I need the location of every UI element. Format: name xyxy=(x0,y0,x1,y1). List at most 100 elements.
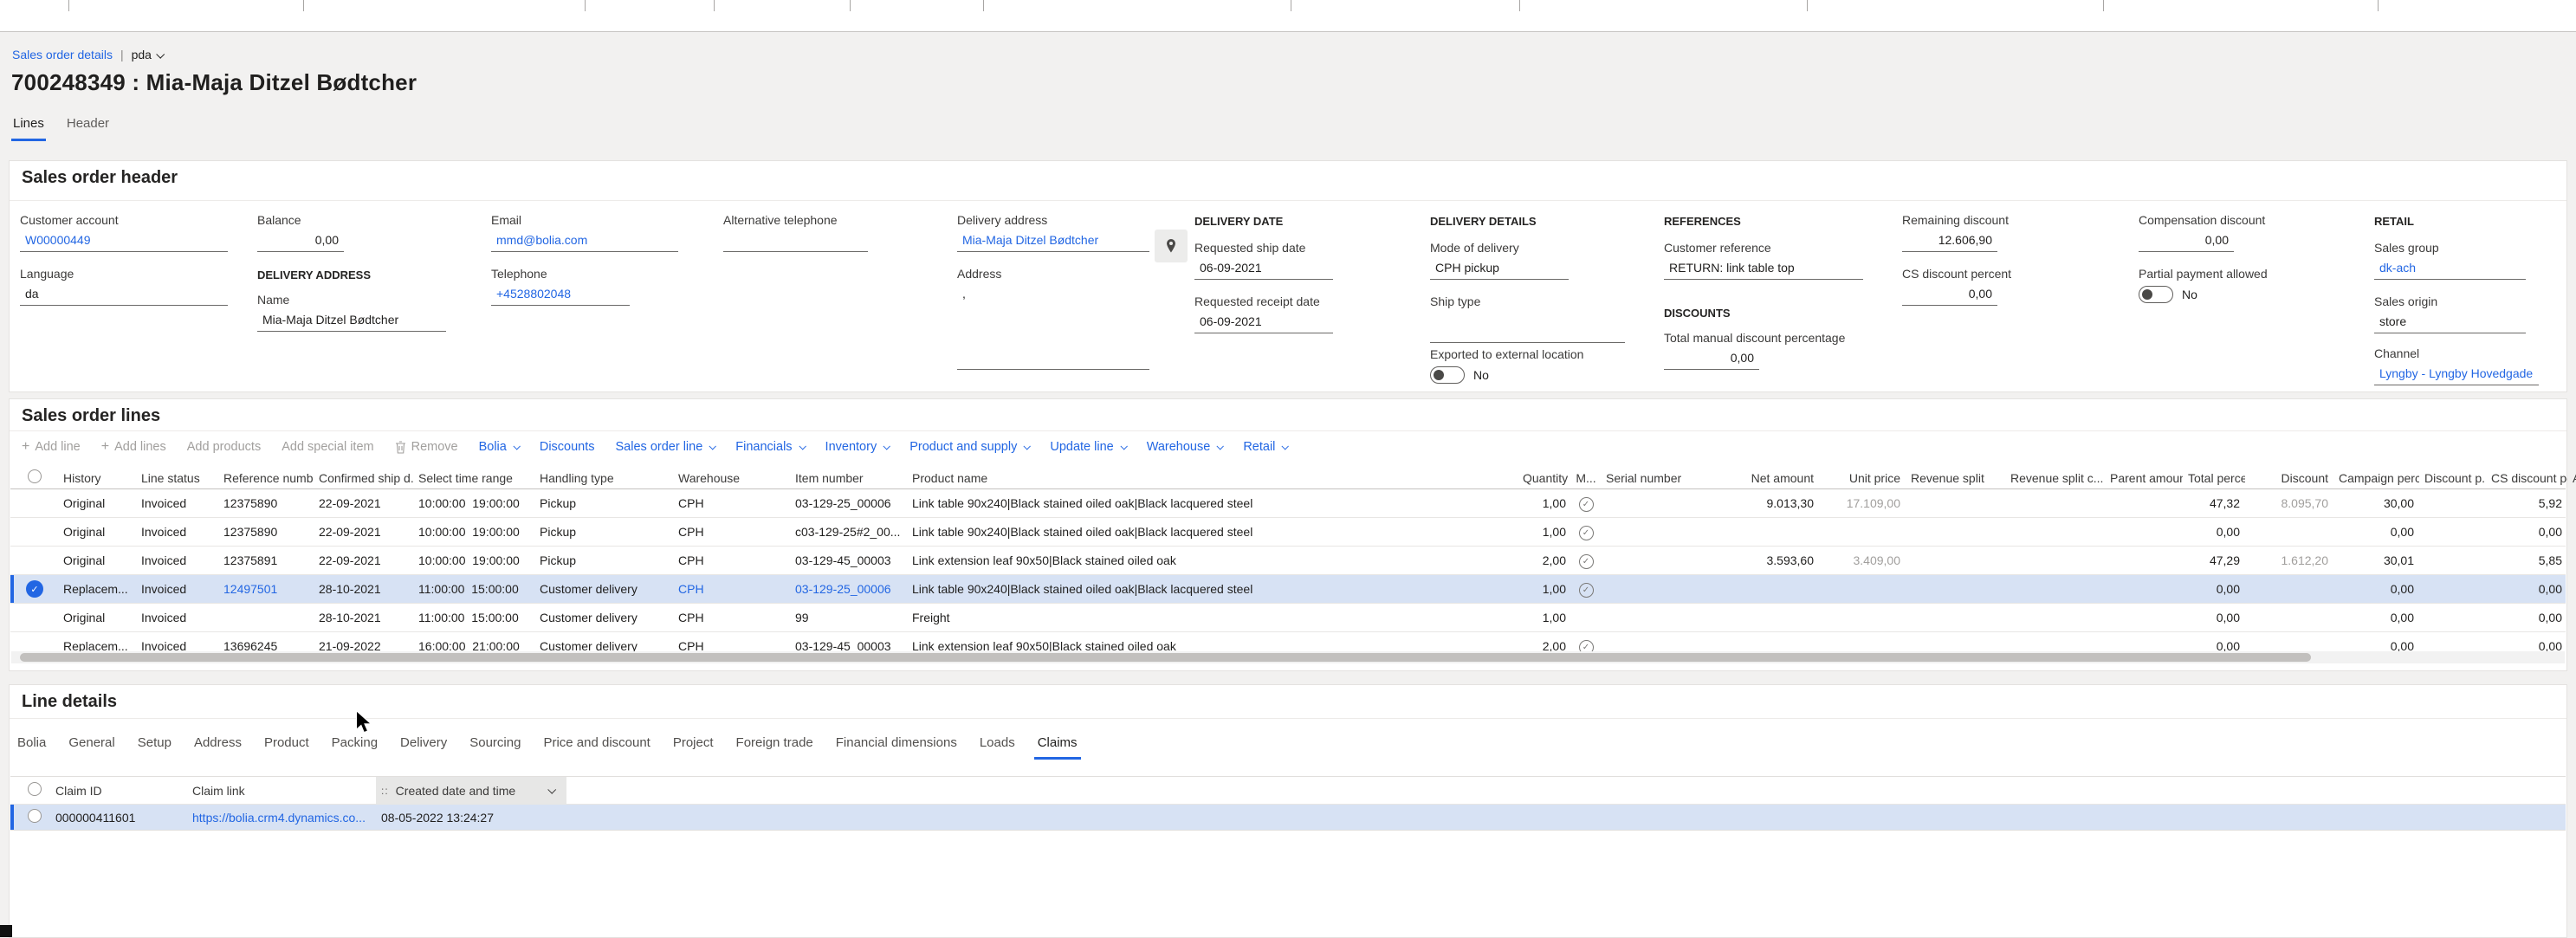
language-value[interactable]: da xyxy=(20,285,228,306)
column-unit-price[interactable]: Unit price xyxy=(1819,471,1906,485)
select-all-radio[interactable] xyxy=(28,469,42,483)
column-revenue-split[interactable]: Revenue split xyxy=(1906,471,2005,485)
tab-delivery[interactable]: Delivery xyxy=(397,730,450,760)
column-total-percent[interactable]: Total percent xyxy=(2183,471,2245,485)
group-references: REFERENCES xyxy=(1664,215,1741,228)
column-warehouse[interactable]: Warehouse xyxy=(673,471,790,485)
column-item-number[interactable]: Item number xyxy=(790,471,907,485)
cell-item-number: 03-129-45_00003 xyxy=(790,553,907,567)
column-net-amount[interactable]: Net amount xyxy=(1739,471,1819,485)
customer-account-value[interactable]: W00000449 xyxy=(20,231,228,252)
discounts-button[interactable]: Discounts xyxy=(540,440,595,454)
exported-toggle[interactable] xyxy=(1430,366,1465,384)
claims-row-selected[interactable]: 000000411601 https://bolia.crm4.dynamics… xyxy=(10,805,2566,831)
inventory-menu[interactable]: Inventory xyxy=(825,440,890,454)
selected-check-icon[interactable]: ✓ xyxy=(26,580,43,598)
tab-bolia[interactable]: Bolia xyxy=(14,730,49,760)
column-confirmed-ship-date[interactable]: Confirmed ship d... xyxy=(314,471,413,485)
column-cs-discount[interactable]: CS discount pe... xyxy=(2486,471,2567,485)
column-a[interactable]: A xyxy=(2567,471,2576,485)
telephone-value[interactable]: +4528802048 xyxy=(491,285,630,306)
sales-order-line-menu[interactable]: Sales order line xyxy=(616,440,715,454)
warehouse-menu[interactable]: Warehouse xyxy=(1147,440,1223,454)
mode-of-delivery-value[interactable]: CPH pickup xyxy=(1430,259,1569,280)
delivery-address-value[interactable]: Mia-Maja Ditzel Bødtcher xyxy=(957,231,1149,252)
plus-icon: + xyxy=(22,440,29,454)
table-row[interactable]: Original Invoiced 12375890 22-09-2021 10… xyxy=(10,489,2566,518)
ship-type-value[interactable] xyxy=(1430,322,1625,343)
map-pin-button[interactable] xyxy=(1155,230,1188,262)
product-and-supply-menu[interactable]: Product and supply xyxy=(909,440,1029,454)
partial-payment-toggle[interactable] xyxy=(2139,286,2173,303)
table-row[interactable]: Original Invoiced 12375891 22-09-2021 10… xyxy=(10,547,2566,575)
total-manual-discount-value[interactable]: 0,00 xyxy=(1664,349,1759,370)
tab-lines[interactable]: Lines xyxy=(11,113,46,141)
tab-general[interactable]: General xyxy=(65,730,118,760)
column-claim-id[interactable]: Claim ID xyxy=(50,784,187,798)
claim-row-radio[interactable] xyxy=(28,809,42,823)
cell-claim-link[interactable]: https://bolia.crm4.dynamics.co... xyxy=(187,811,376,825)
tab-product[interactable]: Product xyxy=(261,730,313,760)
cell-warehouse-link[interactable]: CPH xyxy=(673,582,790,596)
cell-campaign-percent: 0,00 xyxy=(2333,639,2419,651)
tab-setup[interactable]: Setup xyxy=(134,730,175,760)
channel-value[interactable]: Lyngby - Lyngby Hovedgade xyxy=(2374,365,2539,385)
table-row[interactable]: Original Invoiced 28-10-2021 11:00:00 15… xyxy=(10,604,2566,632)
table-row-selected[interactable]: ✓ Replacem... Invoiced 12497501 28-10-20… xyxy=(10,575,2566,604)
breadcrumb-record[interactable]: pda xyxy=(132,48,163,61)
page-title: 700248349 : Mia-Maja Ditzel Bødtcher xyxy=(11,69,417,96)
column-discount-p[interactable]: Discount p... xyxy=(2419,471,2486,485)
column-reference-number[interactable]: Reference numb... xyxy=(218,471,314,485)
column-history[interactable]: History xyxy=(58,471,136,485)
column-handling-type[interactable]: Handling type xyxy=(534,471,673,485)
column-created-date-time[interactable]: :: Created date and time xyxy=(376,777,566,804)
name-value[interactable]: Mia-Maja Ditzel Bødtcher xyxy=(257,311,446,332)
claims-select-all-radio[interactable] xyxy=(28,782,42,796)
cell-item-number: 03-129-25_00006 xyxy=(790,496,907,510)
column-claim-link[interactable]: Claim link xyxy=(187,784,376,798)
column-parent-amount[interactable]: Parent amount xyxy=(2105,471,2183,485)
add-line-button: +Add line xyxy=(22,440,81,454)
column-revenue-split-c[interactable]: Revenue split c... xyxy=(2005,471,2105,485)
breadcrumb-form-link[interactable]: Sales order details xyxy=(12,48,113,61)
tab-packing[interactable]: Packing xyxy=(328,730,381,760)
tab-loads[interactable]: Loads xyxy=(976,730,1019,760)
tab-claims[interactable]: Claims xyxy=(1034,730,1081,760)
tab-financial-dimensions[interactable]: Financial dimensions xyxy=(832,730,961,760)
column-serial-number[interactable]: Serial number xyxy=(1601,471,1739,485)
tab-foreign-trade[interactable]: Foreign trade xyxy=(733,730,817,760)
column-campaign-percent[interactable]: Campaign perc... xyxy=(2333,471,2419,485)
compensation-discount-value[interactable]: 0,00 xyxy=(2139,231,2234,252)
column-product-name[interactable]: Product name xyxy=(907,471,1518,485)
sales-origin-value[interactable]: store xyxy=(2374,313,2526,333)
chevron-down-icon[interactable] xyxy=(547,786,556,794)
cell-item-number-link[interactable]: 03-129-25_00006 xyxy=(790,582,907,596)
sales-group-value[interactable]: dk-ach xyxy=(2374,259,2526,280)
column-modified[interactable]: M... xyxy=(1571,471,1601,485)
table-row[interactable]: Replacem... Invoiced 13696245 21-09-2022… xyxy=(10,632,2566,651)
requested-ship-date-value[interactable]: 06-09-2021 xyxy=(1194,259,1333,280)
requested-receipt-date-value[interactable]: 06-09-2021 xyxy=(1194,313,1333,333)
update-line-menu[interactable]: Update line xyxy=(1050,440,1125,454)
email-value[interactable]: mmd@bolia.com xyxy=(491,231,678,252)
customer-reference-value[interactable]: RETURN: link table top xyxy=(1664,259,1863,280)
alternative-telephone-value[interactable] xyxy=(723,231,868,252)
cs-discount-percent-value[interactable]: 0,00 xyxy=(1902,285,1997,306)
cell-time-range: 11:00:00 15:00:00 xyxy=(413,611,534,624)
address-value[interactable]: , xyxy=(957,285,1149,370)
table-row[interactable]: Original Invoiced 12375890 22-09-2021 10… xyxy=(10,518,2566,547)
retail-menu[interactable]: Retail xyxy=(1243,440,1287,454)
horizontal-scrollbar-thumb[interactable] xyxy=(20,653,2311,662)
bolia-menu[interactable]: Bolia xyxy=(479,440,519,454)
tab-header[interactable]: Header xyxy=(65,113,111,141)
tab-price-and-discount[interactable]: Price and discount xyxy=(540,730,653,760)
column-quantity[interactable]: Quantity xyxy=(1518,471,1571,485)
column-select-time-range[interactable]: Select time range xyxy=(413,471,534,485)
tab-address[interactable]: Address xyxy=(191,730,245,760)
cell-reference-link[interactable]: 12497501 xyxy=(218,582,314,596)
tab-project[interactable]: Project xyxy=(670,730,717,760)
financials-menu[interactable]: Financials xyxy=(735,440,804,454)
column-line-status[interactable]: Line status xyxy=(136,471,218,485)
column-discount[interactable]: Discount xyxy=(2245,471,2333,485)
tab-sourcing[interactable]: Sourcing xyxy=(466,730,524,760)
